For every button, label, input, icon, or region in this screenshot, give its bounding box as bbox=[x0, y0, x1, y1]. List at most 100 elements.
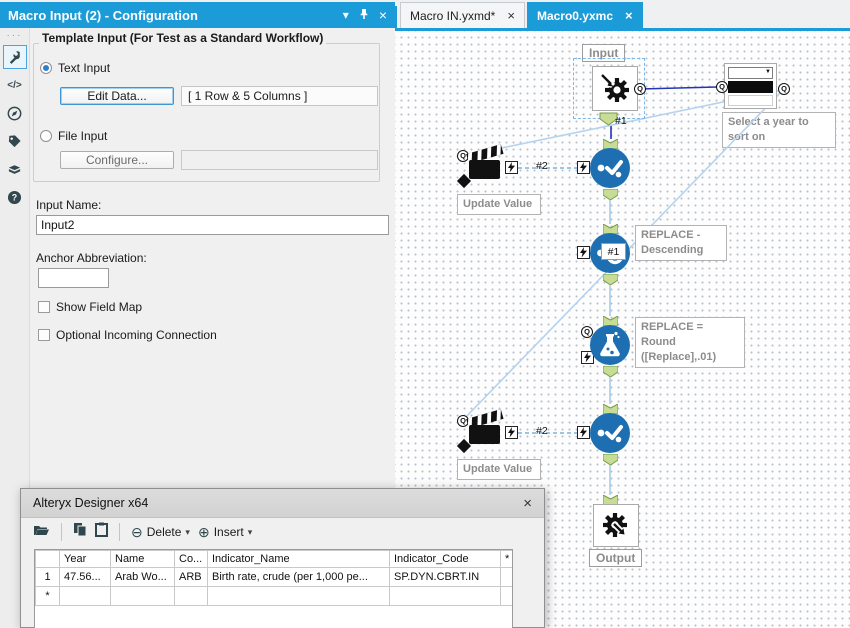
action-tool-1[interactable] bbox=[465, 144, 509, 186]
show-field-map-label[interactable]: Show Field Map bbox=[56, 300, 142, 314]
file-path-field bbox=[181, 150, 378, 170]
lightning-anchor[interactable] bbox=[505, 426, 518, 439]
pin-icon[interactable] bbox=[359, 8, 369, 22]
insert-button[interactable]: ⊕ Insert ▾ bbox=[198, 525, 252, 539]
question-anchor[interactable]: Q bbox=[716, 81, 728, 93]
dropdown-row bbox=[728, 95, 773, 106]
dialog-titlebar[interactable]: Alteryx Designer x64 × bbox=[21, 489, 544, 518]
formula-tool[interactable] bbox=[590, 325, 630, 365]
file-input-radio[interactable] bbox=[40, 130, 52, 142]
annotation-update-value-1[interactable]: Update Value bbox=[457, 194, 541, 215]
dropdown-tool[interactable]: ▼ bbox=[724, 63, 777, 109]
copy-icon[interactable] bbox=[73, 522, 87, 542]
import-icon[interactable] bbox=[33, 523, 50, 542]
package-icon bbox=[8, 164, 21, 174]
text-input-radio[interactable] bbox=[40, 62, 52, 74]
cell-indicator-name[interactable]: Birth rate, crude (per 1,000 pe... bbox=[207, 567, 390, 587]
optional-incoming-label[interactable]: Optional Incoming Connection bbox=[56, 328, 217, 342]
output-anchor[interactable] bbox=[603, 366, 618, 377]
toolbar-separator bbox=[61, 523, 62, 541]
annotation-replace-descending[interactable]: REPLACE - Descending bbox=[635, 225, 727, 261]
sort-tool-3[interactable] bbox=[590, 413, 630, 453]
sort-tool-1[interactable] bbox=[590, 148, 630, 188]
chevron-down-icon: ▾ bbox=[247, 526, 253, 537]
connection-label-2: #2 bbox=[536, 160, 548, 172]
col-header-co[interactable]: Co... bbox=[174, 550, 208, 568]
col-header-indicator-code[interactable]: Indicator_Code bbox=[389, 550, 501, 568]
tab-macro-in-yxmd[interactable]: Macro IN.yxmd* × bbox=[400, 2, 525, 28]
tab-annotation[interactable]: </> bbox=[3, 73, 27, 97]
tab-package[interactable] bbox=[3, 157, 27, 181]
lightning-anchor[interactable] bbox=[577, 246, 590, 259]
cell-empty[interactable] bbox=[59, 586, 111, 606]
annotation-line: ([Replace],.01) bbox=[641, 350, 717, 363]
tab-help[interactable]: ? bbox=[3, 185, 27, 209]
dropdown-highlight-bar bbox=[728, 81, 773, 93]
input-name-label: Input Name: bbox=[36, 198, 102, 212]
tab-close-icon[interactable]: × bbox=[625, 8, 633, 23]
col-header-name[interactable]: Name bbox=[110, 550, 175, 568]
configure-button[interactable]: Configure... bbox=[60, 151, 174, 169]
panel-menu-icon[interactable]: ▾ bbox=[343, 9, 349, 21]
tab-tag[interactable] bbox=[3, 129, 27, 153]
file-input-label[interactable]: File Input bbox=[58, 129, 107, 143]
output-anchor[interactable] bbox=[603, 454, 618, 465]
macro-input-tool[interactable] bbox=[592, 66, 638, 111]
lightning-anchor[interactable] bbox=[505, 161, 518, 174]
corner-header[interactable] bbox=[35, 550, 60, 568]
code-icon: </> bbox=[7, 79, 22, 91]
help-icon: ? bbox=[7, 190, 22, 204]
annotation-replace-round[interactable]: REPLACE = Round ([Replace],.01) bbox=[635, 317, 745, 368]
data-summary-field: [ 1 Row & 5 Columns ] bbox=[181, 86, 378, 106]
question-anchor[interactable]: Q bbox=[634, 83, 646, 95]
cell-new[interactable] bbox=[500, 567, 512, 587]
output-anchor[interactable] bbox=[603, 274, 618, 285]
cell-empty[interactable] bbox=[500, 586, 512, 606]
panel-splitter[interactable] bbox=[395, 6, 397, 28]
lightning-anchor[interactable] bbox=[577, 161, 590, 174]
annotation-select-year[interactable]: Select a year to sort on bbox=[722, 112, 836, 148]
strip-grip-icon[interactable]: ··· bbox=[0, 30, 29, 41]
header-row: Year Name Co... Indicator_Name Indicator… bbox=[35, 550, 512, 568]
cell-year[interactable]: 47.56... bbox=[59, 567, 111, 587]
row-number[interactable]: * bbox=[35, 586, 60, 606]
edit-data-button[interactable]: Edit Data... bbox=[60, 87, 174, 105]
data-grid-frame: Year Name Co... Indicator_Name Indicator… bbox=[34, 549, 513, 628]
data-grid: Year Name Co... Indicator_Name Indicator… bbox=[35, 550, 512, 606]
cell-indicator-code[interactable]: SP.DYN.CBRT.IN bbox=[389, 567, 501, 587]
dialog-title: Alteryx Designer x64 bbox=[33, 496, 149, 510]
anchor-abbreviation-field[interactable] bbox=[38, 268, 109, 288]
col-header-year[interactable]: Year bbox=[59, 550, 111, 568]
optional-incoming-checkbox[interactable] bbox=[38, 329, 50, 341]
close-panel-icon[interactable]: × bbox=[379, 8, 387, 22]
show-field-map-checkbox[interactable] bbox=[38, 301, 50, 313]
text-input-label[interactable]: Text Input bbox=[58, 61, 110, 75]
tab-macro0-yxmc[interactable]: Macro0.yxmc × bbox=[526, 2, 643, 28]
annotation-line: REPLACE - bbox=[641, 229, 701, 241]
col-header-indicator-name[interactable]: Indicator_Name bbox=[207, 550, 390, 568]
row-number[interactable]: 1 bbox=[35, 567, 60, 587]
tab-navigation[interactable] bbox=[3, 101, 27, 125]
macro-output-tool[interactable] bbox=[593, 504, 639, 547]
paste-icon[interactable] bbox=[95, 522, 108, 542]
output-anchor[interactable] bbox=[603, 189, 618, 200]
tab-label: Macro0.yxmc bbox=[536, 8, 613, 23]
cell-empty[interactable] bbox=[389, 586, 501, 606]
cell-empty[interactable] bbox=[174, 586, 208, 606]
delete-button[interactable]: ⊖ Delete ▾ bbox=[131, 525, 190, 539]
template-input-group-title: Template Input (For Test as a Standard W… bbox=[39, 31, 327, 45]
tab-close-icon[interactable]: × bbox=[507, 8, 515, 23]
annotation-update-value-2[interactable]: Update Value bbox=[457, 459, 541, 480]
col-header-new[interactable]: * bbox=[500, 550, 512, 568]
cell-empty[interactable] bbox=[207, 586, 390, 606]
cell-name[interactable]: Arab Wo... bbox=[110, 567, 175, 587]
action-tool-2[interactable] bbox=[465, 409, 509, 451]
question-anchor[interactable]: Q bbox=[778, 83, 790, 95]
cell-empty[interactable] bbox=[110, 586, 175, 606]
lightning-anchor[interactable] bbox=[577, 426, 590, 439]
tab-label: Macro IN.yxmd* bbox=[410, 8, 496, 23]
tab-configuration[interactable] bbox=[2, 45, 27, 69]
dialog-close-icon[interactable]: × bbox=[523, 495, 532, 512]
cell-co[interactable]: ARB bbox=[174, 567, 208, 587]
input-name-field[interactable] bbox=[36, 215, 389, 235]
